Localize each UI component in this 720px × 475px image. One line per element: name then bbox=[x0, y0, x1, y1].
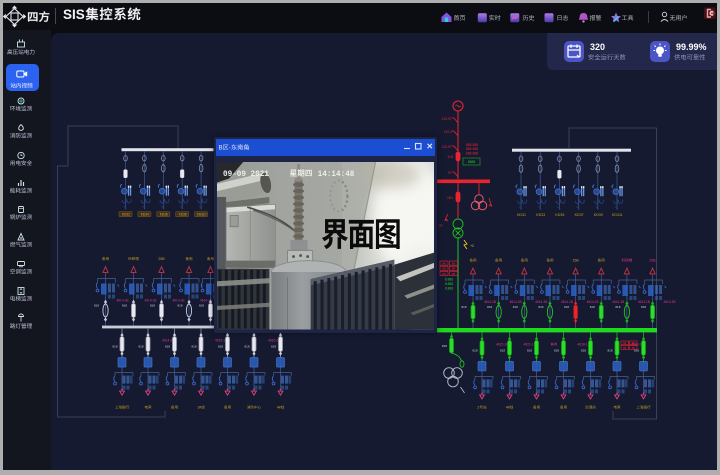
svg-text:-: - bbox=[229, 145, 231, 152]
svg-text:B: B bbox=[219, 145, 223, 152]
svg-text:SIS: SIS bbox=[63, 7, 85, 22]
